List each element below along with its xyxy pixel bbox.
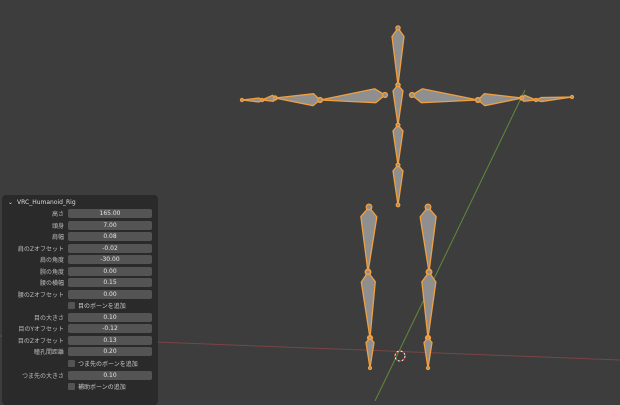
- bone-joint[interactable]: [425, 335, 431, 341]
- bone[interactable]: [241, 97, 264, 103]
- bone[interactable]: [477, 93, 523, 107]
- property-row: 頭身 7.00: [2, 220, 158, 230]
- checkbox[interactable]: つま先のボーンを追加: [68, 359, 138, 368]
- property-label: 目の大きさ: [33, 314, 64, 322]
- number-field[interactable]: 165.00: [68, 208, 152, 218]
- bone-joint[interactable]: [475, 97, 481, 103]
- number-field[interactable]: -0.12: [68, 323, 152, 333]
- property-row: 目のYオフセット -0.12: [2, 323, 158, 333]
- bone[interactable]: [410, 88, 479, 104]
- bone-joint[interactable]: [395, 162, 401, 168]
- property-label: 目のZオフセット: [17, 337, 64, 345]
- bone-joint[interactable]: [395, 122, 401, 128]
- number-field[interactable]: 7.00: [68, 220, 152, 230]
- number-field[interactable]: 0.10: [68, 370, 152, 380]
- property-row: 腰のZオフセット 0.00: [2, 289, 158, 299]
- bone[interactable]: [392, 123, 404, 166]
- property-label: 腕の角度: [39, 268, 64, 276]
- bone-joint[interactable]: [569, 94, 575, 100]
- checkbox-row: つま先のボーンを追加: [2, 358, 158, 368]
- checkbox-row: 目のボーンを追加: [2, 300, 158, 310]
- property-label: 高さ: [51, 210, 64, 218]
- checkbox-label: 目のボーンを追加: [78, 302, 126, 310]
- property-row: つま先の大きさ 0.10: [2, 370, 158, 380]
- checkbox-label: 補助ボーンの追加: [78, 383, 126, 391]
- bone[interactable]: [423, 337, 433, 369]
- number-field[interactable]: 0.10: [68, 312, 152, 322]
- panel-header[interactable]: ⌄ VRC_Humanoid_Rig: [2, 195, 158, 209]
- checkbox-box[interactable]: [68, 359, 75, 367]
- bone-joint[interactable]: [408, 91, 416, 99]
- bone-joint[interactable]: [365, 203, 373, 211]
- bone-joint[interactable]: [364, 268, 372, 276]
- armature[interactable]: [239, 25, 575, 371]
- property-row: 肩のZオフセット -0.02: [2, 243, 158, 253]
- property-label: 肩幅: [51, 233, 64, 241]
- bone-joint[interactable]: [533, 97, 539, 103]
- checkbox-label: つま先のボーンを追加: [78, 360, 138, 368]
- checkbox[interactable]: 補助ボーンの追加: [68, 382, 126, 391]
- checkbox-box[interactable]: [68, 301, 75, 309]
- property-row: 腕の角度 0.00: [2, 266, 158, 276]
- property-row: 腰の横幅 0.15: [2, 277, 158, 287]
- number-field[interactable]: -0.02: [68, 243, 152, 253]
- bone[interactable]: [360, 270, 376, 339]
- bone[interactable]: [392, 83, 404, 126]
- property-row: 瞳孔間距離 0.20: [2, 346, 158, 356]
- property-label: 目のYオフセット: [18, 325, 64, 333]
- bone[interactable]: [365, 337, 375, 369]
- panel-title: VRC_Humanoid_Rig: [17, 198, 76, 206]
- bone[interactable]: [421, 270, 437, 339]
- checkbox[interactable]: 目のボーンを追加: [68, 301, 126, 310]
- bone-joint[interactable]: [395, 25, 401, 31]
- bone-joint[interactable]: [424, 203, 432, 211]
- checkbox-box[interactable]: [68, 382, 75, 390]
- property-label: つま先の大きさ: [21, 372, 64, 380]
- bone-joint[interactable]: [272, 95, 278, 101]
- property-row: 肩幅 0.08: [2, 231, 158, 241]
- property-row: 目の大きさ 0.10: [2, 312, 158, 322]
- bone[interactable]: [274, 93, 321, 107]
- number-field[interactable]: 0.08: [68, 231, 152, 241]
- property-label: 腰の横幅: [39, 279, 64, 287]
- bone-joint[interactable]: [239, 97, 245, 103]
- bone-joint[interactable]: [367, 335, 373, 341]
- bone-joint[interactable]: [317, 97, 323, 103]
- number-field[interactable]: -30.00: [68, 254, 152, 264]
- bone[interactable]: [392, 163, 404, 206]
- number-field[interactable]: 0.13: [68, 335, 152, 345]
- number-field[interactable]: 0.00: [68, 289, 152, 299]
- bone[interactable]: [419, 205, 437, 273]
- property-label: 腰のZオフセット: [17, 291, 64, 299]
- checkbox-row: 補助ボーンの追加: [2, 381, 158, 391]
- bone[interactable]: [319, 88, 387, 104]
- number-field[interactable]: 0.20: [68, 346, 152, 356]
- property-row: 目のZオフセット 0.13: [2, 335, 158, 345]
- bone-joint[interactable]: [367, 365, 373, 371]
- bone-joint[interactable]: [395, 82, 401, 88]
- operator-panel: ⌄ VRC_Humanoid_Rig 高さ 165.00 頭身 7.00 肩幅 0.08 肩の…: [2, 195, 158, 405]
- bone[interactable]: [360, 205, 378, 273]
- bone[interactable]: [534, 96, 573, 103]
- bone-joint[interactable]: [425, 268, 433, 276]
- property-label: 頭身: [51, 222, 64, 230]
- bone-joint[interactable]: [519, 95, 525, 101]
- property-row: 肩の角度 -30.00: [2, 254, 158, 264]
- property-label: 瞳孔間距離: [33, 348, 64, 356]
- number-field[interactable]: 0.15: [68, 277, 152, 287]
- bone-joint[interactable]: [259, 97, 265, 103]
- bone-joint[interactable]: [381, 91, 389, 99]
- bone-joint[interactable]: [425, 365, 431, 371]
- chevron-down-icon: ⌄: [8, 198, 14, 206]
- bone[interactable]: [391, 26, 405, 86]
- property-label: 肩のZオフセット: [17, 245, 64, 253]
- property-row: 高さ 165.00: [2, 208, 158, 218]
- property-label: 肩の角度: [39, 256, 64, 264]
- bone-joint[interactable]: [395, 202, 401, 208]
- number-field[interactable]: 0.00: [68, 266, 152, 276]
